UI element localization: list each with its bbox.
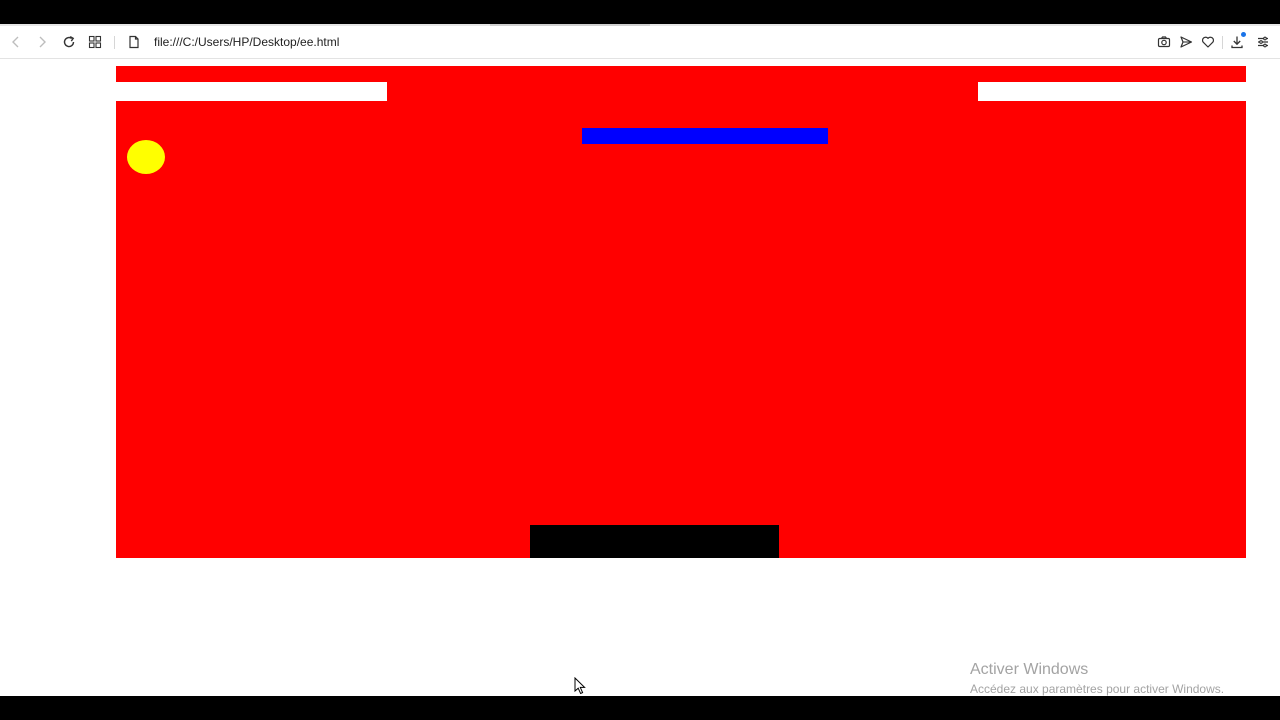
brick-right — [978, 82, 1246, 101]
blue-bar — [582, 128, 828, 144]
brick-left — [116, 82, 387, 101]
watermark-title: Activer Windows — [970, 661, 1089, 678]
camera-icon[interactable] — [1153, 31, 1175, 53]
reload-icon[interactable] — [58, 31, 80, 53]
page-icon[interactable] — [123, 31, 145, 53]
heart-icon[interactable] — [1197, 31, 1219, 53]
mouse-cursor-icon — [574, 676, 586, 700]
back-icon[interactable] — [5, 31, 27, 53]
watermark-subtitle: Accédez aux paramètres pour activer Wind… — [970, 682, 1225, 696]
download-badge — [1241, 32, 1246, 37]
apps-grid-icon[interactable] — [84, 31, 106, 53]
send-icon[interactable] — [1175, 31, 1197, 53]
browser-toolbar: file:///C:/Users/HP/Desktop/ee.html — [0, 26, 1280, 59]
paddle[interactable] — [530, 525, 779, 558]
game-canvas[interactable] — [116, 66, 1246, 558]
browser-window: file:///C:/Users/HP/Desktop/ee.html Acti… — [0, 24, 1280, 696]
toolbar-separator — [114, 36, 115, 49]
toolbar-separator — [1222, 36, 1223, 49]
menu-icon[interactable] — [1252, 31, 1274, 53]
ball — [127, 140, 165, 174]
download-icon[interactable] — [1226, 31, 1248, 53]
windows-activation-watermark: Activer Windows Accédez aux paramètres p… — [970, 660, 1224, 697]
page-content: Activer Windows Accédez aux paramètres p… — [0, 59, 1280, 696]
forward-icon[interactable] — [31, 31, 53, 53]
address-bar[interactable]: file:///C:/Users/HP/Desktop/ee.html — [154, 34, 339, 50]
screen: file:///C:/Users/HP/Desktop/ee.html Acti… — [0, 0, 1280, 720]
